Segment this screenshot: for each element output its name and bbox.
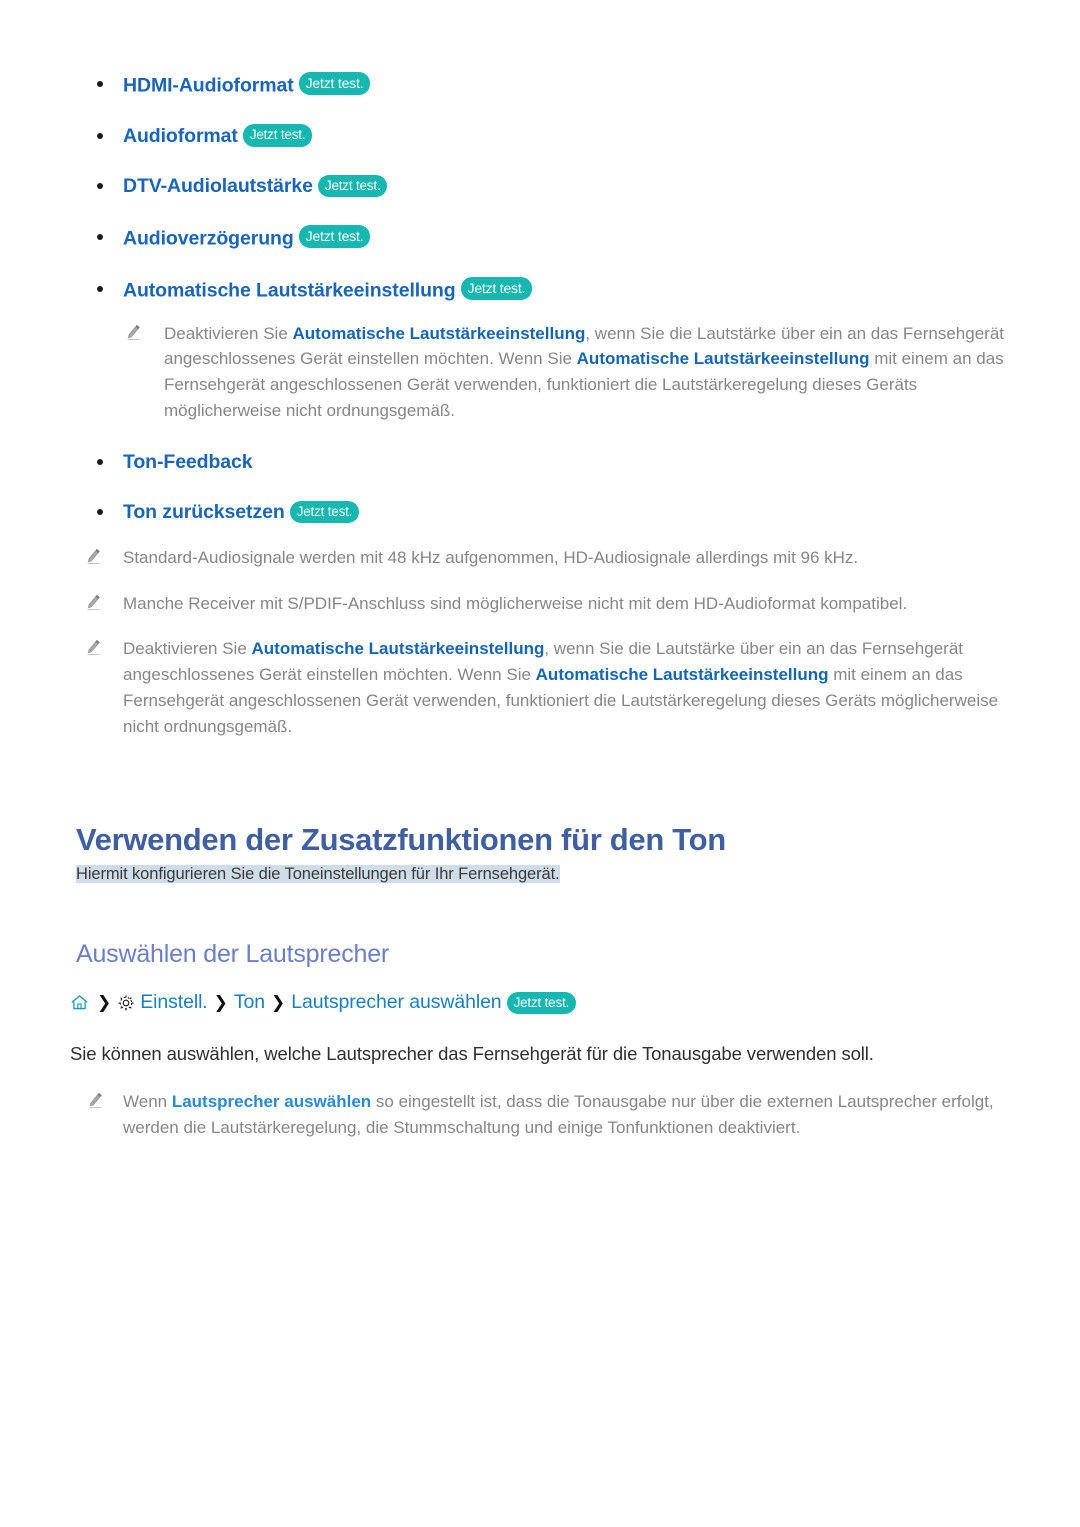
note-text-part-1: Deaktivieren Sie (123, 639, 252, 659)
breadcrumb-item-lautsprecher-auswaehlen[interactable]: Lautsprecher auswählen (291, 991, 501, 1014)
jetzt-test-badge[interactable]: Jetzt test. (289, 500, 360, 524)
inline-link-automatische-lautstaerkeeinstellung[interactable]: Automatische Lautstärkeeinstellung (536, 665, 829, 684)
bullet-dot-icon (97, 233, 103, 240)
gear-icon[interactable] (117, 994, 135, 1012)
jetzt-test-badge[interactable]: Jetzt test. (460, 276, 533, 300)
jetzt-test-badge[interactable]: Jetzt test. (298, 224, 371, 248)
note-text: Standard-Audiosignale werden mit 48 kHz … (123, 547, 859, 567)
jetzt-test-badge[interactable]: Jetzt test. (242, 124, 313, 147)
note-text-part-1: Wenn (123, 1092, 172, 1112)
setting-link-hdmi-audioformat[interactable]: HDMI-Audioformat (123, 75, 294, 97)
breadcrumb[interactable]: ❯ Einstell. ❯ Ton ❯ Lautsprecher auswähl… (0, 991, 1080, 1015)
bullet-dot-icon (97, 285, 103, 292)
inline-link-automatische-lautstaerkeeinstellung[interactable]: Automatische Lautstärkeeinstellung (252, 639, 545, 658)
note-row: Wenn Lautsprecher auswählen so eingestel… (0, 1089, 1080, 1141)
breadcrumb-item-einstell[interactable]: Einstell. (140, 991, 207, 1014)
body-paragraph: Sie können auswählen, welche Lautspreche… (70, 1042, 874, 1064)
pencil-icon (86, 547, 101, 564)
jetzt-test-badge[interactable]: Jetzt test. (298, 72, 371, 95)
list-item[interactable]: Audioverzögerung Jetzt test. (0, 224, 1080, 251)
chevron-right-icon: ❯ (213, 993, 228, 1013)
inline-link-automatische-lautstaerkeeinstellung[interactable]: Automatische Lautstärkeeinstellung (577, 349, 870, 368)
list-item[interactable]: Ton-Feedback (0, 450, 1080, 474)
setting-link-ton-feedback[interactable]: Ton-Feedback (123, 451, 253, 473)
inline-link-automatische-lautstaerkeeinstellung[interactable]: Automatische Lautstärkeeinstellung (293, 324, 586, 343)
section-subtitle: Hiermit konfigurieren Sie die Toneinstel… (76, 864, 560, 883)
inline-link-lautsprecher-auswaehlen[interactable]: Lautsprecher auswählen (172, 1092, 371, 1111)
list-item[interactable]: HDMI-Audioformat Jetzt test. (0, 72, 1080, 98)
pencil-icon (126, 323, 141, 340)
pencil-icon (86, 638, 101, 656)
setting-link-dtv-audiolautstaerke[interactable]: DTV-Audiolautstärke (123, 175, 313, 197)
jetzt-test-badge[interactable]: Jetzt test. (317, 174, 388, 198)
section-subtitle-wrap: Hiermit konfigurieren Sie die Toneinstel… (0, 862, 1080, 888)
home-icon[interactable] (70, 994, 89, 1011)
jetzt-test-badge[interactable]: Jetzt test. (506, 991, 577, 1015)
note-row: Standard-Audiosignale werden mit 48 kHz … (0, 545, 1080, 571)
bullet-dot-icon (97, 132, 103, 139)
section-header: Verwenden der Zusatzfunktionen für den T… (0, 822, 1080, 888)
chevron-right-icon: ❯ (97, 993, 112, 1013)
note-text: Manche Receiver mit S/PDIF-Anschluss sin… (123, 593, 908, 613)
bullet-dot-icon (97, 81, 103, 87)
bullet-dot-icon (97, 458, 103, 465)
list-item[interactable]: Automatische Lautstärkeeinstellung Jetzt … (0, 276, 1080, 303)
list-item[interactable]: Ton zurücksetzen Jetzt test. (0, 500, 1080, 524)
breadcrumb-item-ton[interactable]: Ton (234, 991, 265, 1014)
pencil-icon (86, 593, 101, 610)
list-item[interactable]: DTV-Audiolautstärke Jetzt test. (0, 174, 1080, 198)
setting-link-automatische-lautstaerkeeinstellung[interactable]: Automatische Lautstärkeeinstellung (123, 279, 456, 301)
setting-link-ton-zuruecksetzen[interactable]: Ton zurücksetzen (123, 501, 285, 523)
note-row: Deaktivieren Sie Automatische Lautstärke… (0, 321, 1080, 424)
settings-bullet-list: HDMI-Audioformat Jetzt test. Audioformat J… (0, 72, 1080, 525)
list-item[interactable]: Audioformat Jetzt test. (0, 124, 1080, 148)
note-text-part-1: Deaktivieren Sie (164, 323, 293, 343)
bullet-dot-icon (97, 183, 103, 190)
setting-link-audioformat[interactable]: Audioformat (123, 125, 238, 147)
note-row: Manche Receiver mit S/PDIF-Anschluss sin… (0, 591, 1080, 617)
section-heading-2: Auswählen der Lautsprecher (76, 940, 390, 969)
note-row: Deaktivieren Sie Automatische Lautstärke… (0, 636, 1080, 739)
chevron-right-icon: ❯ (271, 993, 286, 1013)
page-title: Verwenden der Zusatzfunktionen für den T… (76, 821, 726, 857)
document-page: HDMI-Audioformat Jetzt test. Audioformat J… (0, 0, 1080, 1527)
setting-link-audioverzoegerung[interactable]: Audioverzögerung (123, 227, 294, 249)
bullet-dot-icon (97, 509, 103, 516)
pencil-icon (88, 1091, 103, 1109)
